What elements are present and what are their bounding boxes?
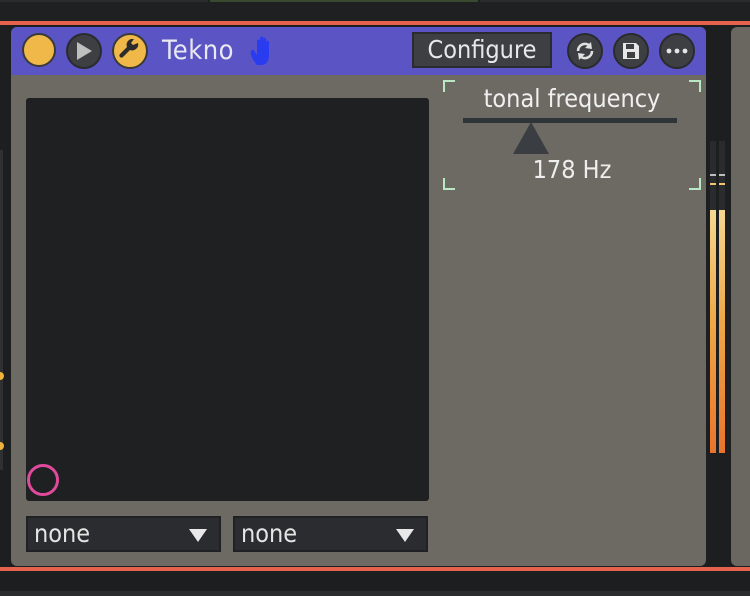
device-panel: Tekno Configure none none tonal frequenc… [11, 27, 706, 566]
bottom-strip-segment [0, 591, 750, 596]
top-strip-segment [210, 0, 478, 2]
adjacent-device-edge [731, 27, 750, 566]
more-icon [666, 48, 688, 54]
selection-border-top [0, 21, 750, 25]
top-strip-segment [480, 0, 750, 2]
top-track-strip [0, 0, 750, 22]
slider-track[interactable] [463, 118, 677, 123]
level-meter-right [719, 141, 725, 453]
meter-tick [710, 174, 716, 176]
tonal-frequency-control[interactable]: tonal frequency 178 Hz [443, 80, 701, 190]
hand-icon[interactable] [248, 35, 278, 67]
bottom-track-strip [0, 571, 750, 596]
device-title: Tekno [162, 35, 235, 66]
device-header: Tekno Configure [11, 27, 706, 75]
play-button[interactable] [66, 33, 102, 69]
save-icon [623, 43, 639, 59]
y-param-value: none [241, 519, 298, 548]
meter-fill [710, 209, 716, 453]
slider-thumb[interactable] [513, 122, 550, 154]
top-strip-segment [0, 0, 208, 2]
cable-connector-dot[interactable] [0, 442, 4, 450]
chevron-down-icon [189, 529, 207, 542]
more-button[interactable] [659, 33, 695, 69]
meter-peak-marker [719, 183, 725, 185]
meter-peak-marker [710, 183, 716, 185]
play-icon [77, 42, 92, 60]
wrench-icon [119, 39, 139, 58]
configure-button[interactable]: Configure [412, 32, 552, 68]
xy-pad[interactable] [26, 98, 429, 501]
parameter-label: tonal frequency [483, 84, 661, 113]
x-param-value: none [34, 519, 91, 548]
meter-fill [719, 209, 725, 453]
y-param-dropdown[interactable]: none [233, 516, 428, 552]
meter-tick [719, 174, 725, 176]
refresh-button[interactable] [567, 33, 603, 69]
wrench-button[interactable] [112, 33, 148, 69]
save-button[interactable] [613, 33, 649, 69]
left-cable [0, 150, 4, 470]
power-button[interactable] [22, 33, 56, 67]
parameter-value: 178 Hz [532, 155, 612, 184]
chevron-down-icon [396, 529, 414, 542]
cable-connector-dot[interactable] [0, 372, 4, 380]
x-param-dropdown[interactable]: none [26, 516, 221, 552]
level-meter-left [710, 141, 716, 453]
refresh-icon [576, 42, 594, 60]
xy-pad-cursor[interactable] [27, 464, 59, 496]
